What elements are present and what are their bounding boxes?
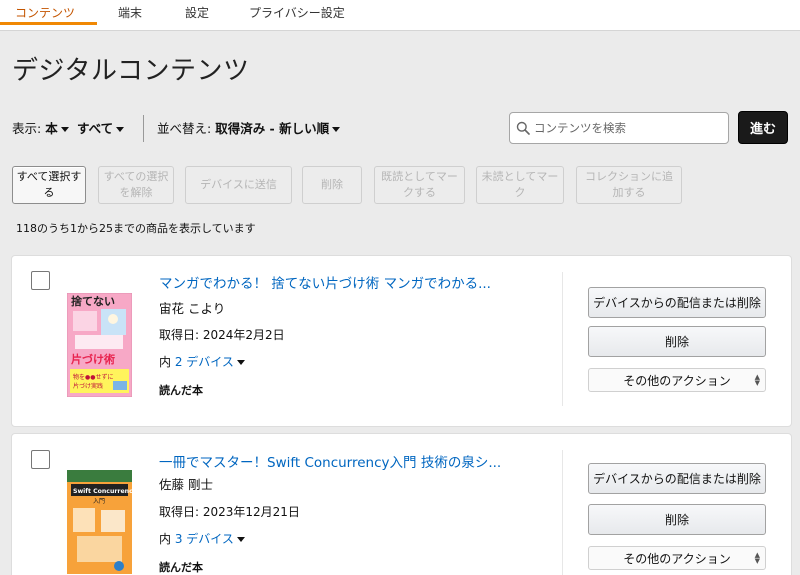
deselect-all-button[interactable]: すべての選択 を解除 xyxy=(98,166,174,204)
active-tab-indicator xyxy=(0,22,97,25)
devices-dropdown[interactable]: 2 デバイス xyxy=(175,355,234,369)
tab-devices[interactable]: 端末 xyxy=(118,4,142,21)
select-arrows-icon: ▲ ▼ xyxy=(754,373,760,387)
item-author: 宙花 こより xyxy=(159,301,226,316)
card-divider xyxy=(562,272,563,406)
svg-text:捨てない: 捨てない xyxy=(71,294,115,308)
content-item: 捨てない 片づけ術 物を●●せずに 片づけ実践 マンガでわかる！ 捨てない片づけ… xyxy=(11,255,792,427)
more-actions-label: その他のアクション xyxy=(623,373,731,388)
sort-filter: 並べ替え: 取得済み - 新しい順 xyxy=(157,118,341,137)
item-acquired-date: 取得日: 2024年2月2日 xyxy=(159,328,285,342)
tab-contents[interactable]: コンテンツ xyxy=(15,4,75,21)
show-filter-label: 表示: xyxy=(12,121,42,136)
mark-as-unread-button[interactable]: 未読としてマー ク xyxy=(476,166,564,204)
read-status: 読んだ本 xyxy=(159,384,203,397)
item-checkbox[interactable] xyxy=(31,271,50,290)
remove-from-device-button[interactable]: デバイスからの配信または削除 xyxy=(588,463,766,494)
search-icon xyxy=(516,121,530,135)
item-delete-button[interactable]: 削除 xyxy=(588,504,766,535)
mark-as-read-button[interactable]: 既読としてマー クする xyxy=(374,166,465,204)
svg-text:物を●●せずに: 物を●●せずに xyxy=(73,373,113,381)
devices-prefix: 内 xyxy=(159,355,172,369)
chevron-down-icon xyxy=(236,537,245,542)
show-filter-dropdown[interactable]: 本 xyxy=(45,121,58,136)
card-divider xyxy=(562,450,563,575)
svg-text:入門: 入門 xyxy=(93,498,105,505)
svg-text:Swift Concurrency: Swift Concurrency xyxy=(73,488,132,495)
item-delete-button[interactable]: 削除 xyxy=(588,326,766,357)
delete-button[interactable]: 削除 xyxy=(302,166,362,204)
svg-text:片づけ術: 片づけ術 xyxy=(71,352,115,366)
content-item: Swift Concurrency 入門 一冊でマスター！Swift Concu… xyxy=(11,433,792,575)
filter-divider xyxy=(143,115,144,142)
all-filter-dropdown[interactable]: すべて xyxy=(77,121,113,136)
devices-prefix: 内 xyxy=(159,532,172,546)
chevron-down-icon xyxy=(332,127,341,132)
chevron-down-icon xyxy=(60,127,69,132)
book-cover-image: 捨てない 片づけ術 物を●●せずに 片づけ実践 xyxy=(67,293,132,397)
send-to-device-button[interactable]: デバイスに送信 xyxy=(185,166,292,204)
read-status: 読んだ本 xyxy=(159,561,203,574)
chevron-down-icon xyxy=(236,360,245,365)
chevron-down-icon xyxy=(116,127,125,132)
select-arrows-icon: ▲ ▼ xyxy=(754,551,760,565)
remove-from-device-button[interactable]: デバイスからの配信または削除 xyxy=(588,287,766,318)
tab-settings[interactable]: 設定 xyxy=(185,4,209,21)
more-actions-label: その他のアクション xyxy=(623,551,731,566)
sort-dropdown[interactable]: 取得済み - 新しい順 xyxy=(215,121,329,136)
search-input[interactable] xyxy=(534,117,724,139)
select-all-button[interactable]: すべて選択す る xyxy=(12,166,86,204)
sort-filter-label: 並べ替え: xyxy=(157,121,212,136)
item-acquired-date: 取得日: 2023年12月21日 xyxy=(159,505,300,519)
page-title: デジタルコンテンツ xyxy=(12,56,250,86)
book-cover-image: Swift Concurrency 入門 xyxy=(67,470,132,574)
more-actions-select[interactable]: その他のアクション ▲ ▼ xyxy=(588,368,766,392)
add-to-collection-button[interactable]: コレクションに追 加する xyxy=(576,166,682,204)
top-nav: コンテンツ 端末 設定 プライバシー設定 xyxy=(0,0,800,31)
show-filter: 表示: 本 xyxy=(12,118,69,137)
item-title-link[interactable]: 一冊でマスター！Swift Concurrency入門 技術の泉シ... xyxy=(159,451,524,471)
item-checkbox[interactable] xyxy=(31,450,50,469)
tab-privacy-settings[interactable]: プライバシー設定 xyxy=(249,4,345,21)
more-actions-select[interactable]: その他のアクション ▲ ▼ xyxy=(588,546,766,570)
item-author: 佐藤 剛士 xyxy=(159,477,213,492)
all-filter: すべて xyxy=(77,118,125,137)
svg-text:片づけ実践: 片づけ実践 xyxy=(73,382,103,390)
result-count: 118のうち1から25までの商品を表示しています xyxy=(16,222,256,235)
go-button[interactable]: 進む xyxy=(738,111,788,144)
devices-dropdown[interactable]: 3 デバイス xyxy=(175,532,234,546)
item-title-link[interactable]: マンガでわかる！ 捨てない片づけ術 マンガでわかる... xyxy=(159,272,524,292)
search-box xyxy=(509,112,729,144)
item-devices: 内 3 デバイス xyxy=(159,530,245,547)
item-devices: 内 2 デバイス xyxy=(159,353,245,370)
